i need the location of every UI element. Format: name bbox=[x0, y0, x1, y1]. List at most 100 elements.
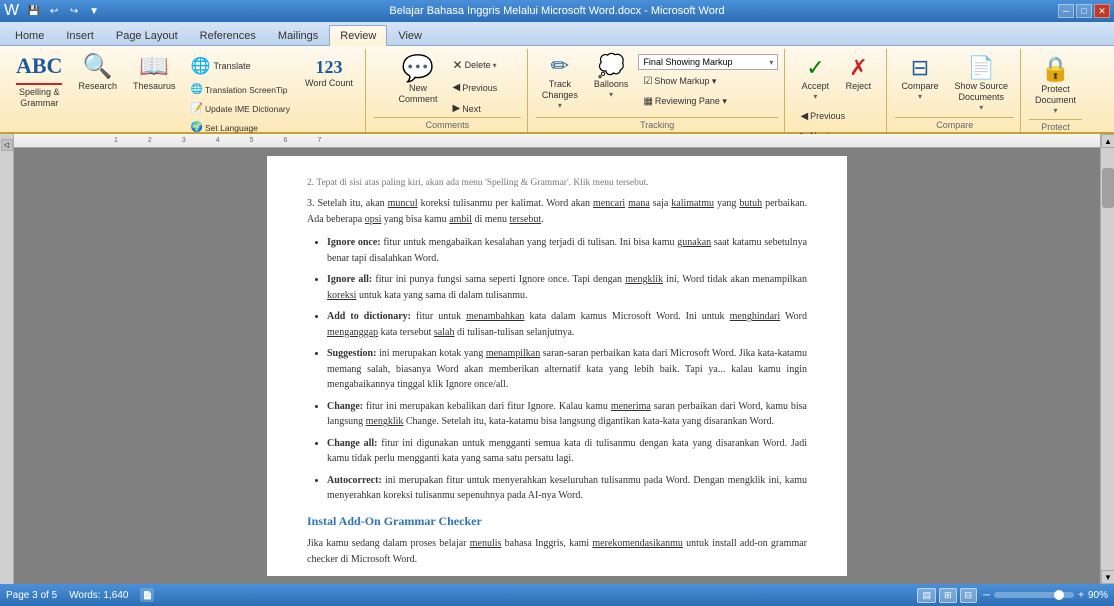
compare-group: ⊟ Compare ▾ 📄 Show SourceDocuments ▾ Com… bbox=[889, 49, 1021, 132]
word-count-label: Word Count bbox=[305, 78, 353, 89]
new-comment-icon: 💬 bbox=[402, 55, 434, 81]
reject-label: Reject bbox=[846, 81, 872, 92]
bullet-suggestion: Suggestion: ini merupakan kotak yang men… bbox=[327, 346, 807, 393]
ime-icon: 📝 bbox=[191, 103, 203, 114]
window-controls: ─ □ ✕ bbox=[1058, 4, 1110, 18]
tab-insert[interactable]: Insert bbox=[55, 25, 105, 45]
redo-quick-btn[interactable]: ↪ bbox=[65, 2, 83, 20]
compare-dropdown-icon: ▾ bbox=[918, 92, 922, 101]
full-screen-btn[interactable]: ⊞ bbox=[939, 588, 957, 603]
compare-content: ⊟ Compare ▾ 📄 Show SourceDocuments ▾ bbox=[895, 51, 1014, 117]
accept-button[interactable]: ✓ Accept ▾ bbox=[795, 51, 835, 105]
show-markup-button[interactable]: ☑ Show Markup ▾ bbox=[638, 73, 778, 90]
update-ime-button[interactable]: 📝 Update IME Dictionary bbox=[186, 100, 296, 117]
bullet-autocorrect: Autocorrect: ini merupakan fitur untuk m… bbox=[327, 473, 807, 504]
tab-view[interactable]: View bbox=[387, 25, 433, 45]
word-count-button[interactable]: 123 Word Count bbox=[299, 53, 359, 93]
scroll-down-btn[interactable]: ▼ bbox=[1101, 570, 1114, 584]
balloons-button[interactable]: 💭 Balloons ▾ bbox=[588, 51, 635, 103]
print-view-btn[interactable]: ▤ bbox=[917, 588, 936, 603]
compare-icon: ⊟ bbox=[911, 55, 929, 81]
track-changes-button[interactable]: ✏ TrackChanges ▾ bbox=[536, 51, 584, 114]
title-bar-left: W 💾 ↩ ↪ ▼ bbox=[4, 2, 103, 20]
tab-home[interactable]: Home bbox=[4, 25, 55, 45]
comments-group: 💬 NewComment ✕ Delete ▾ ◀ Previous ▶ Nex… bbox=[368, 49, 528, 132]
compare-button[interactable]: ⊟ Compare ▾ bbox=[895, 51, 944, 105]
vertical-scrollbar[interactable]: ▲ ▼ bbox=[1100, 134, 1114, 584]
protect-document-button[interactable]: 🔒 ProtectDocument ▾ bbox=[1029, 51, 1082, 119]
web-view-btn[interactable]: ⊟ bbox=[960, 588, 978, 603]
save-quick-btn[interactable]: 💾 bbox=[25, 2, 43, 20]
bullet-ignore-all: Ignore all: fitur ini punya fungsi sama … bbox=[327, 272, 807, 303]
left-panel-btn1[interactable]: ◁ bbox=[1, 139, 13, 151]
bullet-change: Change: fitur ini merupakan kebalikan da… bbox=[327, 399, 807, 430]
translate-label: Translate bbox=[213, 61, 250, 72]
bullet-ignore-once: Ignore once: fitur untuk mengabaikan kes… bbox=[327, 235, 807, 266]
title-bar: W 💾 ↩ ↪ ▼ Belajar Bahasa Inggris Melalui… bbox=[0, 0, 1114, 22]
protect-label-group: Protect bbox=[1029, 119, 1082, 134]
close-btn[interactable]: ✕ bbox=[1094, 4, 1110, 18]
tab-mailings[interactable]: Mailings bbox=[267, 25, 329, 45]
delete-comment-button[interactable]: ✕ Delete ▾ bbox=[448, 55, 503, 75]
show-source-dropdown-icon: ▾ bbox=[979, 103, 983, 112]
reviewing-pane-icon: ▦ bbox=[643, 96, 652, 107]
tracking-label: Tracking bbox=[536, 117, 779, 132]
view-buttons: ▤ ⊞ ⊟ bbox=[917, 588, 977, 603]
show-source-button[interactable]: 📄 Show SourceDocuments ▾ bbox=[948, 51, 1014, 116]
translate-button[interactable]: 🌐 Translate bbox=[186, 53, 296, 79]
changes-content: ✓ Accept ▾ ✗ Reject ◀ Previous ▶ Next bbox=[795, 51, 878, 145]
track-dropdown-icon: ▾ bbox=[558, 101, 562, 110]
window-title: Belajar Bahasa Inggris Melalui Microsoft… bbox=[389, 5, 724, 17]
comments-label: Comments bbox=[374, 117, 521, 132]
customize-quick-btn[interactable]: ▼ bbox=[85, 2, 103, 20]
ruler: 1 2 3 4 5 6 7 bbox=[14, 134, 1100, 148]
zoom-in-btn[interactable]: + bbox=[1078, 590, 1084, 601]
zoom-out-btn[interactable]: ─ bbox=[983, 590, 990, 601]
minimize-btn[interactable]: ─ bbox=[1058, 4, 1074, 18]
next-comment-button[interactable]: ▶ Next bbox=[448, 100, 503, 117]
section-para-1: Jika kamu sedang dalam proses belajar me… bbox=[307, 536, 807, 567]
next-comment-icon: ▶ bbox=[453, 103, 461, 114]
scroll-thumb[interactable] bbox=[1102, 168, 1114, 208]
previous-comment-button[interactable]: ◀ Previous bbox=[448, 79, 503, 96]
reject-button[interactable]: ✗ Reject bbox=[838, 51, 878, 105]
track-changes-icon: ✏ bbox=[551, 55, 569, 77]
balloons-icon: 💭 bbox=[597, 55, 624, 77]
translation-screentip-button[interactable]: 🌐 Translation ScreenTip bbox=[186, 81, 296, 98]
tab-references[interactable]: References bbox=[189, 25, 267, 45]
language-icon: 🌍 bbox=[191, 122, 203, 133]
document-text: 3. Setelah itu, akan muncul koreksi tuli… bbox=[307, 196, 807, 576]
previous-change-button[interactable]: ◀ Previous bbox=[795, 108, 878, 125]
reviewing-pane-button[interactable]: ▦ Reviewing Pane ▾ bbox=[638, 93, 778, 110]
zoom-slider[interactable] bbox=[994, 592, 1074, 598]
thesaurus-icon: 📖 bbox=[139, 55, 169, 79]
compare-label-group: Compare bbox=[895, 117, 1014, 132]
tab-review[interactable]: Review bbox=[329, 25, 387, 46]
thesaurus-button[interactable]: 📖 Thesaurus bbox=[127, 51, 182, 96]
word-count-icon: 123 bbox=[315, 57, 342, 78]
new-comment-label: NewComment bbox=[399, 83, 438, 105]
show-markup-icon: ☑ bbox=[643, 76, 652, 87]
accept-dropdown-icon: ▾ bbox=[813, 92, 817, 101]
research-button[interactable]: 🔍 Research bbox=[72, 51, 123, 96]
ribbon: ABC ___ Spelling &Grammar 🔍 Research 📖 T… bbox=[0, 46, 1114, 134]
reject-icon: ✗ bbox=[849, 55, 867, 81]
balloons-dropdown-icon: ▾ bbox=[609, 90, 613, 99]
tab-page-layout[interactable]: Page Layout bbox=[105, 25, 189, 45]
new-comment-button[interactable]: 💬 NewComment bbox=[393, 51, 444, 109]
status-left: Page 3 of 5 Words: 1,640 📄 bbox=[6, 588, 154, 602]
feature-list: Ignore once: fitur untuk mengabaikan kes… bbox=[327, 235, 807, 504]
spelling-grammar-button[interactable]: ABC ___ Spelling &Grammar bbox=[10, 51, 68, 113]
delete-dropdown-icon: ▾ bbox=[493, 61, 497, 70]
maximize-btn[interactable]: □ bbox=[1076, 4, 1092, 18]
protect-dropdown-icon: ▾ bbox=[1053, 106, 1057, 115]
para-3: 3. Setelah itu, akan muncul koreksi tuli… bbox=[307, 196, 807, 227]
changes-group: ✓ Accept ▾ ✗ Reject ◀ Previous ▶ Next bbox=[787, 49, 887, 132]
undo-quick-btn[interactable]: ↩ bbox=[45, 2, 63, 20]
page-container: 2. Tepat di sisi atas paling kiri, akan … bbox=[267, 156, 847, 576]
status-right: ▤ ⊞ ⊟ ─ + 90% bbox=[917, 588, 1108, 603]
markup-dropdown[interactable]: Final Showing Markup ▾ bbox=[638, 54, 778, 70]
status-bar: Page 3 of 5 Words: 1,640 📄 ▤ ⊞ ⊟ ─ + 90% bbox=[0, 584, 1114, 606]
scroll-up-btn[interactable]: ▲ bbox=[1101, 134, 1114, 148]
protect-group: 🔒 ProtectDocument ▾ Protect bbox=[1023, 49, 1088, 132]
